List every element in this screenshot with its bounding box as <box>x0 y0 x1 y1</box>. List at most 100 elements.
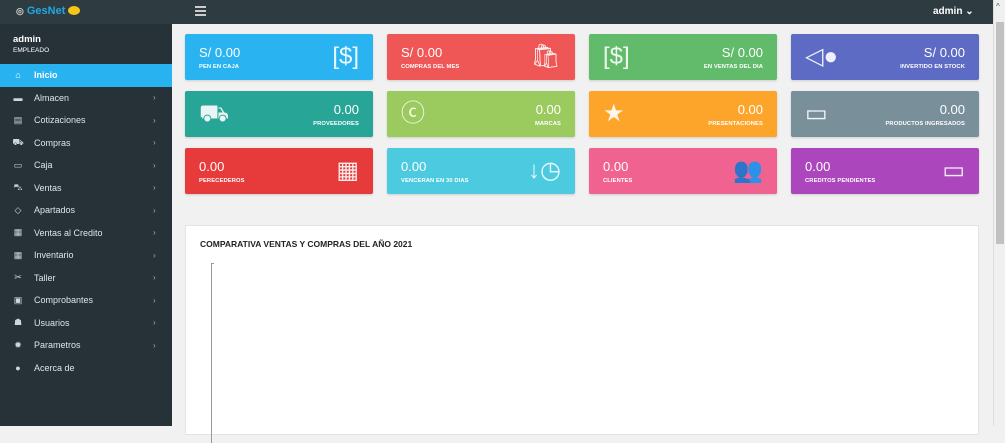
stat-card-compras-del-mes[interactable]: S/ 0.00 COMPRAS DEL MES 🛍 <box>387 34 575 80</box>
chart-panel: COMPARATIVA VENTAS Y COMPRAS DEL AÑO 202… <box>185 225 979 443</box>
sidebar-item-inventario[interactable]: ▦ Inventario › <box>0 244 172 267</box>
scroll-up-icon[interactable]: ^ <box>996 2 1000 11</box>
box-icon: ▭ <box>805 100 828 127</box>
sidebar-item-compras[interactable]: ⛟ Compras › <box>0 132 172 155</box>
stat-value: S/ 0.00 <box>721 45 763 60</box>
menu-toggle-icon[interactable] <box>195 6 206 16</box>
users-icon: ☗ <box>13 317 23 328</box>
stat-value: 0.00 <box>401 159 427 174</box>
tags-icon: ◇ <box>14 204 22 215</box>
calendar-icon: ▦ <box>336 157 359 184</box>
chevron-right-icon: › <box>153 138 156 148</box>
stat-label: PRESENTACIONES <box>708 121 763 127</box>
sidebar-item-taller[interactable]: ✂ Taller › <box>0 267 172 290</box>
creative-commons-icon: ⓒ <box>401 100 425 127</box>
sidebar-item-label: Acerca de <box>34 362 75 373</box>
sidebar-item-label: Almacen <box>34 92 70 103</box>
stat-card-perecederos[interactable]: 0.00 PERECEDEROS ▦ <box>185 148 373 194</box>
stat-label: PEN EN CAJA <box>199 64 240 70</box>
document-icon: ▤ <box>13 114 23 125</box>
sidebar-item-comprobantes[interactable]: ▣ Comprobantes › <box>0 289 172 312</box>
stat-label: CREDITOS PENDIENTES <box>805 178 876 184</box>
money-icon: ▭ <box>13 159 23 170</box>
sidebar-item-label: Cotizaciones <box>34 115 86 126</box>
chevron-right-icon: › <box>153 183 156 193</box>
stat-label: EN VENTAS DEL DIA <box>703 64 763 70</box>
sidebar-item-ventas[interactable]: ⛍ Ventas › <box>0 177 172 200</box>
history-icon: ↓◷ <box>528 157 561 184</box>
stat-card-creditos-pendientes[interactable]: 0.00 CREDITOS PENDIENTES ▭ <box>791 148 979 194</box>
scrollbar-thumb[interactable] <box>996 22 1004 244</box>
receipt-icon: ▣ <box>13 294 23 305</box>
chevron-right-icon: › <box>153 295 156 305</box>
stat-value: 0.00 <box>535 102 561 117</box>
chart-y-axis <box>211 263 214 443</box>
stat-card-invertido-en-stock[interactable]: S/ 0.00 INVERTIDO EN STOCK ◁● <box>791 34 979 80</box>
stat-card-marcas[interactable]: 0.00 MARCAS ⓒ <box>387 91 575 137</box>
sidebar-menu: ⌂ Inicio ▬ Almacen › ▤ Cotizaciones › ⛟ Compras › ▭… <box>0 64 172 379</box>
chevron-right-icon: › <box>153 93 156 103</box>
sidebar: admin EMPLEADO ⌂ Inicio ▬ Almacen › ▤ Cotizaci… <box>0 24 172 426</box>
chevron-right-icon: › <box>153 160 156 170</box>
chart-title: COMPARATIVA VENTAS Y COMPRAS DEL AÑO 202… <box>200 239 413 249</box>
sidebar-item-label: Inicio <box>34 70 58 81</box>
truck-icon: ⛟ <box>12 136 24 147</box>
stat-card-proveedores[interactable]: 0.00 PROVEEDORES ⛟ <box>185 91 373 137</box>
users-icon: 👥 <box>733 157 763 184</box>
stat-value: S/ 0.00 <box>199 45 241 60</box>
grid-icon: ▦ <box>13 249 23 260</box>
chevron-right-icon: › <box>153 250 156 260</box>
stat-value: 0.00 <box>603 159 629 174</box>
sidebar-item-almacen[interactable]: ▬ Almacen › <box>0 87 172 110</box>
scrollbar[interactable]: ^ <box>993 0 1005 426</box>
stat-card-presentaciones[interactable]: 0.00 PRESENTACIONES ★ <box>589 91 777 137</box>
info-icon: ● <box>15 362 21 373</box>
sidebar-item-label: Caja <box>34 160 53 171</box>
sidebar-item-cotizaciones[interactable]: ▤ Cotizaciones › <box>0 109 172 132</box>
sidebar-item-label: Ventas al Credito <box>34 227 103 238</box>
sidebar-item-ventas-al-credito[interactable]: ▦ Ventas al Credito › <box>0 222 172 245</box>
wallet-icon: ▭ <box>942 157 965 184</box>
truck-icon: ⛟ <box>199 100 230 127</box>
tag-icon: ◁● <box>805 43 838 70</box>
chevron-right-icon: › <box>153 340 156 350</box>
money-icon: [$] <box>332 43 359 70</box>
chevron-right-icon: › <box>153 115 156 125</box>
user-name: admin <box>13 34 41 45</box>
user-role: EMPLEADO <box>13 47 50 54</box>
stat-label: PROVEEDORES <box>313 121 359 127</box>
stat-card-en-ventas-del-dia[interactable]: S/ 0.00 EN VENTAS DEL DIA [$] <box>589 34 777 80</box>
sidebar-item-parametros[interactable]: ✹ Parametros › <box>0 334 172 357</box>
stat-label: PRODUCTOS INGRESADOS <box>885 121 965 127</box>
stat-card-productos-ingresados[interactable]: 0.00 PRODUCTOS INGRESADOS ▭ <box>791 91 979 137</box>
top-bar: ◎ GesNet admin ⌄ <box>0 0 993 24</box>
sidebar-item-apartados[interactable]: ◇ Apartados › <box>0 199 172 222</box>
stat-card-pen-en-caja[interactable]: S/ 0.00 PEN EN CAJA [$] <box>185 34 373 80</box>
cart-icon: ⛍ <box>13 181 23 192</box>
stat-label: COMPRAS DEL MES <box>401 64 460 70</box>
stat-label: PERECEDEROS <box>199 178 245 184</box>
sidebar-item-caja[interactable]: ▭ Caja › <box>0 154 172 177</box>
tools-icon: ✂ <box>14 272 22 283</box>
cash-stack-icon: [$] <box>603 43 630 70</box>
sidebar-item-label: Apartados <box>34 205 76 216</box>
sidebar-item-acerca-de[interactable]: ● Acerca de <box>0 357 172 380</box>
logo-icon: ◎ <box>16 6 24 16</box>
stat-value: 0.00 <box>199 159 225 174</box>
sidebar-item-label: Parametros <box>34 340 81 351</box>
sidebar-item-usuarios[interactable]: ☗ Usuarios › <box>0 312 172 335</box>
sidebar-item-label: Compras <box>34 137 71 148</box>
user-menu[interactable]: admin ⌄ <box>933 6 974 17</box>
pictures-icon: ★ <box>603 100 625 127</box>
logo[interactable]: ◎ GesNet <box>16 5 81 17</box>
chevron-right-icon: › <box>153 318 156 328</box>
sidebar-item-inicio[interactable]: ⌂ Inicio <box>0 64 172 87</box>
coin-icon <box>68 6 81 15</box>
home-icon: ⌂ <box>15 70 21 81</box>
gear-icon: ✹ <box>14 339 22 350</box>
stat-value: 0.00 <box>805 159 831 174</box>
stat-value: S/ 0.00 <box>401 45 443 60</box>
stat-card-clientes[interactable]: 0.00 CLIENTES 👥 <box>589 148 777 194</box>
stat-card-venceran-en-30-dias[interactable]: 0.00 VENCERAN EN 30 DIAS ↓◷ <box>387 148 575 194</box>
stat-label: MARCAS <box>534 121 561 127</box>
